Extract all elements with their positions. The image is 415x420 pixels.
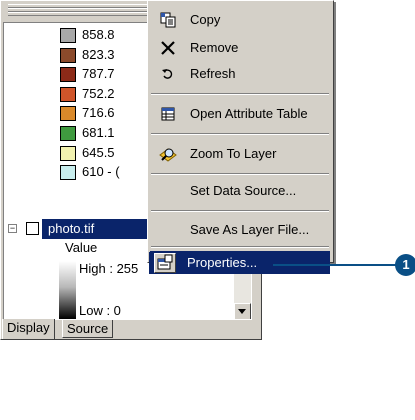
menu-separator xyxy=(151,173,329,175)
menu-item-remove[interactable]: Remove xyxy=(150,37,330,59)
stretch-gradient-swatch xyxy=(59,261,76,319)
menu-item-save-as-layer-file[interactable]: Save As Layer File... xyxy=(150,219,330,241)
menu-item-refresh[interactable]: Refresh xyxy=(150,63,330,85)
menu-item-properties-highlight[interactable]: Properties... xyxy=(149,252,330,274)
legend-label: 752.2 xyxy=(82,85,115,101)
copy-icon xyxy=(160,12,176,28)
menu-item-label: Zoom To Layer xyxy=(190,146,277,161)
properties-icon-button xyxy=(154,253,176,273)
legend-swatch[interactable] xyxy=(60,86,76,102)
legend-label: 681.1 xyxy=(82,125,115,140)
menu-item-label: Set Data Source... xyxy=(190,183,297,198)
menu-item-label: Save As Layer File... xyxy=(190,222,310,237)
legend-swatch[interactable] xyxy=(60,47,76,63)
legend-label: 858.8 xyxy=(82,27,115,42)
zoom-to-layer-icon xyxy=(159,148,177,162)
legend-label: 610 - ( xyxy=(82,164,120,180)
remove-x-icon xyxy=(161,41,175,55)
menu-separator xyxy=(151,133,329,135)
layer-context-menu: Copy Remove Refresh Open Attribute Table… xyxy=(147,0,334,263)
scroll-down-button[interactable] xyxy=(234,303,251,319)
legend-swatch[interactable] xyxy=(60,145,76,161)
legend-label: 716.6 xyxy=(82,105,115,121)
tab-source[interactable]: Source xyxy=(62,320,114,338)
callout-number-badge: 1 xyxy=(395,254,415,276)
tab-display[interactable]: Display xyxy=(2,319,55,339)
legend-label: 787.7 xyxy=(82,66,115,82)
collapse-toggle[interactable]: − xyxy=(8,224,17,233)
legend-label: 645.5 xyxy=(82,144,115,160)
menu-item-set-data-source[interactable]: Set Data Source... xyxy=(150,180,330,202)
legend-swatch[interactable] xyxy=(60,28,76,43)
high-value-label: High : 255 xyxy=(79,261,139,276)
legend-swatch[interactable] xyxy=(60,67,76,83)
menu-separator xyxy=(151,246,329,248)
value-label: Value xyxy=(65,240,98,255)
legend-swatch[interactable] xyxy=(60,106,76,122)
low-value-label: Low : 0 xyxy=(79,303,121,318)
menu-item-zoom-to-layer[interactable]: Zoom To Layer xyxy=(150,143,330,165)
menu-item-label: Refresh xyxy=(190,66,236,81)
table-icon xyxy=(161,107,175,121)
layer-visibility-checkbox[interactable] xyxy=(26,222,39,235)
menu-item-label: Properties... xyxy=(187,255,258,270)
menu-item-open-attribute-table[interactable]: Open Attribute Table xyxy=(150,103,330,125)
legend-label: 823.3 xyxy=(82,46,115,62)
menu-separator xyxy=(151,93,329,95)
menu-separator xyxy=(151,210,329,212)
callout-leader-line xyxy=(273,264,397,266)
menu-item-label: Open Attribute Table xyxy=(190,106,308,121)
menu-item-label: Copy xyxy=(190,12,221,27)
legend-swatch[interactable] xyxy=(60,126,76,141)
menu-item-copy[interactable]: Copy xyxy=(150,9,330,31)
properties-icon xyxy=(157,254,173,270)
legend-swatch[interactable] xyxy=(60,165,76,181)
layer-name-label: photo.tif xyxy=(48,221,95,236)
refresh-icon xyxy=(162,69,173,79)
menu-item-label: Remove xyxy=(190,40,239,55)
